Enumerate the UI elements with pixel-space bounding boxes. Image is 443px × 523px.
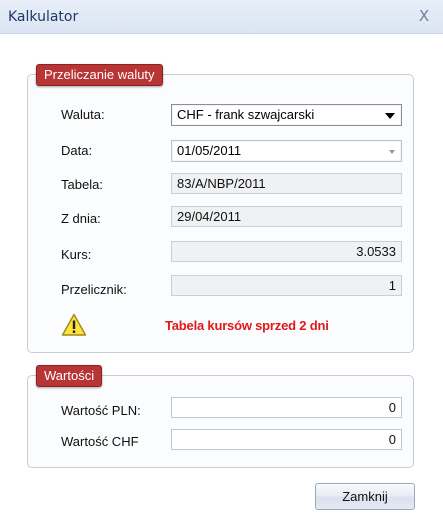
calculator-window: Kalkulator X Przeliczanie waluty Waluta:… bbox=[0, 0, 443, 523]
title-bar: Kalkulator X bbox=[0, 0, 443, 34]
table-field: 83/A/NBP/2011 bbox=[171, 173, 402, 194]
rate-label: Kurs: bbox=[61, 247, 92, 262]
pln-value-input[interactable]: 0 bbox=[171, 397, 402, 418]
currency-label: Waluta: bbox=[61, 107, 105, 122]
values-group-legend: Wartości bbox=[36, 365, 103, 387]
from-date-label: Z dnia: bbox=[61, 211, 101, 226]
close-icon[interactable]: X bbox=[413, 6, 435, 26]
foreign-value-input[interactable]: 0 bbox=[171, 429, 402, 450]
date-picker-value: 01/05/2011 bbox=[177, 143, 242, 158]
table-label: Tabela: bbox=[61, 177, 103, 192]
foreign-value-label: Wartość CHF bbox=[61, 434, 139, 449]
rate-field: 3.0533 bbox=[171, 241, 402, 262]
close-button[interactable]: Zamknij bbox=[315, 483, 415, 510]
currency-select[interactable]: CHF - frank szwajcarski bbox=[171, 104, 402, 126]
values-group bbox=[27, 375, 414, 468]
conversion-group-legend: Przeliczanie waluty bbox=[36, 64, 163, 86]
stale-rate-warning: Tabela kursów sprzed 2 dni bbox=[165, 318, 329, 333]
multiplier-label: Przelicznik: bbox=[61, 282, 127, 297]
date-picker[interactable]: 01/05/2011 bbox=[171, 140, 402, 162]
from-date-field: 29/04/2011 bbox=[171, 206, 402, 227]
pln-value-label: Wartość PLN: bbox=[61, 403, 141, 418]
date-label: Data: bbox=[61, 143, 93, 158]
multiplier-field: 1 bbox=[171, 275, 402, 296]
window-title: Kalkulator bbox=[8, 9, 79, 25]
currency-select-value: CHF - frank szwajcarski bbox=[177, 107, 315, 122]
calendar-dropdown-icon[interactable] bbox=[389, 150, 395, 154]
chevron-down-icon bbox=[385, 113, 395, 119]
warning-icon bbox=[61, 313, 87, 337]
